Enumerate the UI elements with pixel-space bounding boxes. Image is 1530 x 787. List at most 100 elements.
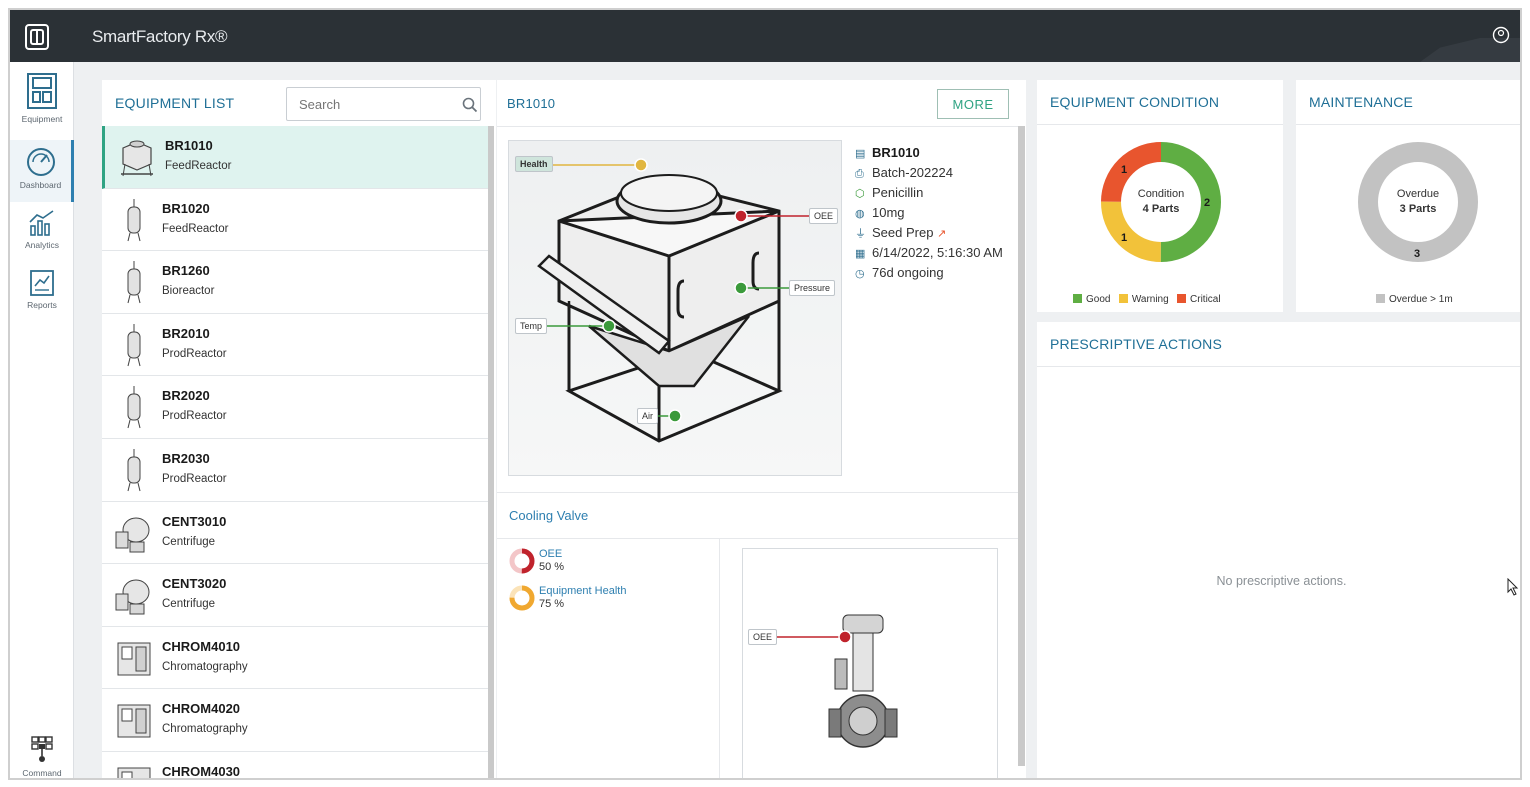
pressure-tag[interactable]: Pressure: [789, 280, 836, 296]
command-icon: [31, 736, 53, 762]
info-product-row: ⬡ Penicillin: [855, 183, 1003, 203]
detail-scrollbar[interactable]: [1018, 126, 1025, 766]
equipment-item-br1020[interactable]: BR1020 FeedReactor: [102, 188, 488, 252]
equipment-item-chrom4030[interactable]: CHROM4030: [102, 751, 488, 779]
divider: [497, 538, 1018, 539]
info-batch: Batch-202224: [872, 165, 953, 180]
equipment-item-br2030[interactable]: BR2030 ProdReactor: [102, 438, 488, 502]
equipment-list-title: EQUIPMENT LIST: [115, 95, 235, 111]
maintenance-overdue-segment[interactable]: [1358, 142, 1478, 262]
equipment-item-br1010[interactable]: BR1010 FeedReactor: [102, 126, 488, 189]
condition-critical-count: 1: [1121, 164, 1128, 176]
product-icon: ⬡: [855, 188, 865, 200]
equipment-type: FeedReactor: [165, 160, 232, 172]
chromatography-thumbnail-icon: [117, 767, 151, 778]
gauge-icon: [26, 148, 55, 176]
legend-overdue-swatch: [1376, 294, 1385, 303]
user-icon[interactable]: [1492, 26, 1514, 48]
app-logo-icon[interactable]: [22, 22, 52, 52]
sidebar-item-label: Dashboard: [19, 180, 62, 190]
equipment-item-cent3020[interactable]: CENT3020 Centrifuge: [102, 564, 488, 627]
equipment-name: BR2030: [162, 450, 210, 466]
empty-state-text: No prescriptive actions.: [1216, 574, 1347, 588]
sidebar-item-command[interactable]: Command: [10, 728, 74, 778]
bioreactor-thumbnail-icon: [127, 198, 141, 241]
phase-icon: ⏚: [855, 228, 866, 240]
legend-overdue-label: Overdue > 1m: [1389, 294, 1453, 305]
equipment-name: BR1010: [165, 138, 213, 153]
equipment-item-br2010[interactable]: BR2010 ProdReactor: [102, 313, 488, 377]
equipment-item-chrom4010[interactable]: CHROM4010 Chromatography: [102, 626, 488, 690]
legend-warning-swatch: [1118, 294, 1128, 303]
health-tag[interactable]: Health: [515, 156, 553, 172]
health-label: Equipment Health: [539, 585, 627, 597]
search-icon[interactable]: [462, 97, 478, 113]
sidebar-item-equipment[interactable]: Equipment: [10, 66, 74, 128]
sidebar-item-dashboard[interactable]: Dashboard: [10, 140, 74, 202]
equipment-type: FeedReactor: [162, 222, 229, 235]
equipment-list-panel: EQUIPMENT LIST BR1010 FeedReactor: [102, 80, 496, 779]
divider: [1037, 124, 1283, 125]
more-button[interactable]: MORE: [937, 89, 1009, 119]
cooling-valve-image[interactable]: OEE: [742, 548, 998, 778]
equipment-item-cent3010[interactable]: CENT3010 Centrifuge: [102, 501, 488, 565]
info-phase-row[interactable]: ⏚ Seed Prep ↗: [855, 223, 1003, 243]
cooling-valve-title: Cooling Valve: [509, 508, 589, 523]
divider: [497, 492, 1018, 493]
equipment-condition-panel: EQUIPMENT CONDITION Condition 4 Parts 2 …: [1037, 80, 1283, 312]
equipment-name: CENT3010: [162, 513, 227, 529]
info-dose-row: ◍ 10mg: [855, 203, 1003, 223]
legend-good-swatch: [1073, 294, 1082, 303]
air-tag[interactable]: Air: [637, 408, 658, 424]
sidebar: Equipment Dashboard Analytics Reports Co…: [10, 62, 74, 778]
equipment-type: ProdReactor: [162, 410, 227, 423]
sidebar-item-analytics[interactable]: Analytics: [10, 202, 74, 264]
equipment-list-scrollbar[interactable]: [488, 126, 494, 778]
equipment-name: BR2020: [162, 388, 210, 404]
equipment-type: ProdReactor: [162, 472, 227, 485]
analytics-icon: [29, 210, 54, 236]
equipment-image[interactable]: Health OEE Pressure Temp Air: [508, 140, 842, 476]
legend-warning-label: Warning: [1131, 294, 1169, 305]
oee-tag[interactable]: OEE: [809, 208, 839, 224]
maintenance-legend: Overdue > 1m: [1376, 294, 1453, 305]
bioreactor-thumbnail-icon: [127, 261, 141, 304]
equipment-name: CHROM4030: [162, 763, 241, 779]
sidebar-item-reports[interactable]: Reports: [10, 262, 74, 324]
health-donut: [509, 585, 535, 611]
condition-title: EQUIPMENT CONDITION: [1050, 94, 1220, 110]
equipment-name: CENT3020: [162, 576, 227, 592]
oee-donut: [509, 548, 535, 574]
info-phase: Seed Prep: [872, 225, 934, 240]
equipment-item-br2020[interactable]: BR2020 ProdReactor: [102, 376, 488, 439]
app-window: SmartFactory Rx® Equipment Dashboard Ana…: [8, 8, 1522, 780]
search-input[interactable]: [286, 87, 481, 121]
legend-critical-swatch: [1177, 294, 1187, 303]
valve-oee-tag[interactable]: OEE: [748, 629, 778, 645]
temp-tag[interactable]: Temp: [515, 318, 548, 334]
equipment-info: ▤ BR1010 ⎙ Batch-202224 ⬡ Penicillin ◍ 10mg …: [855, 143, 1003, 283]
equipment-icon: [27, 73, 57, 109]
reactor-illustration: [537, 158, 809, 443]
maintenance-title: MAINTENANCE: [1309, 94, 1414, 110]
centrifuge-thumbnail-icon: [115, 517, 150, 553]
mouse-cursor-icon: [1507, 578, 1519, 596]
maintenance-donut-chart[interactable]: [1356, 140, 1480, 264]
reports-icon: [30, 270, 54, 296]
equipment-id-icon: ▤: [855, 148, 866, 160]
equipment-type: Bioreactor: [162, 285, 215, 298]
equipment-item-chrom4020[interactable]: CHROM4020 Chromatography: [102, 689, 488, 752]
maintenance-center-count: 3 Parts: [1399, 203, 1437, 215]
bioreactor-thumbnail-icon: [127, 323, 141, 366]
equipment-type: Centrifuge: [162, 535, 216, 548]
equipment-item-br1260[interactable]: BR1260 Bioreactor: [102, 251, 488, 314]
external-link-icon[interactable]: ↗: [937, 228, 946, 240]
info-name: BR1010: [872, 145, 920, 160]
maintenance-center-label: Overdue: [1396, 188, 1440, 200]
bioreactor-thumbnail-icon: [127, 386, 141, 429]
oee-label: OEE: [539, 548, 563, 560]
prescriptive-actions-panel: PRESCRIPTIVE ACTIONS No prescriptive act…: [1037, 322, 1520, 778]
maintenance-count: 3: [1414, 248, 1421, 260]
detail-title: BR1010: [507, 96, 556, 111]
legend-good-label: Good: [1086, 294, 1111, 305]
